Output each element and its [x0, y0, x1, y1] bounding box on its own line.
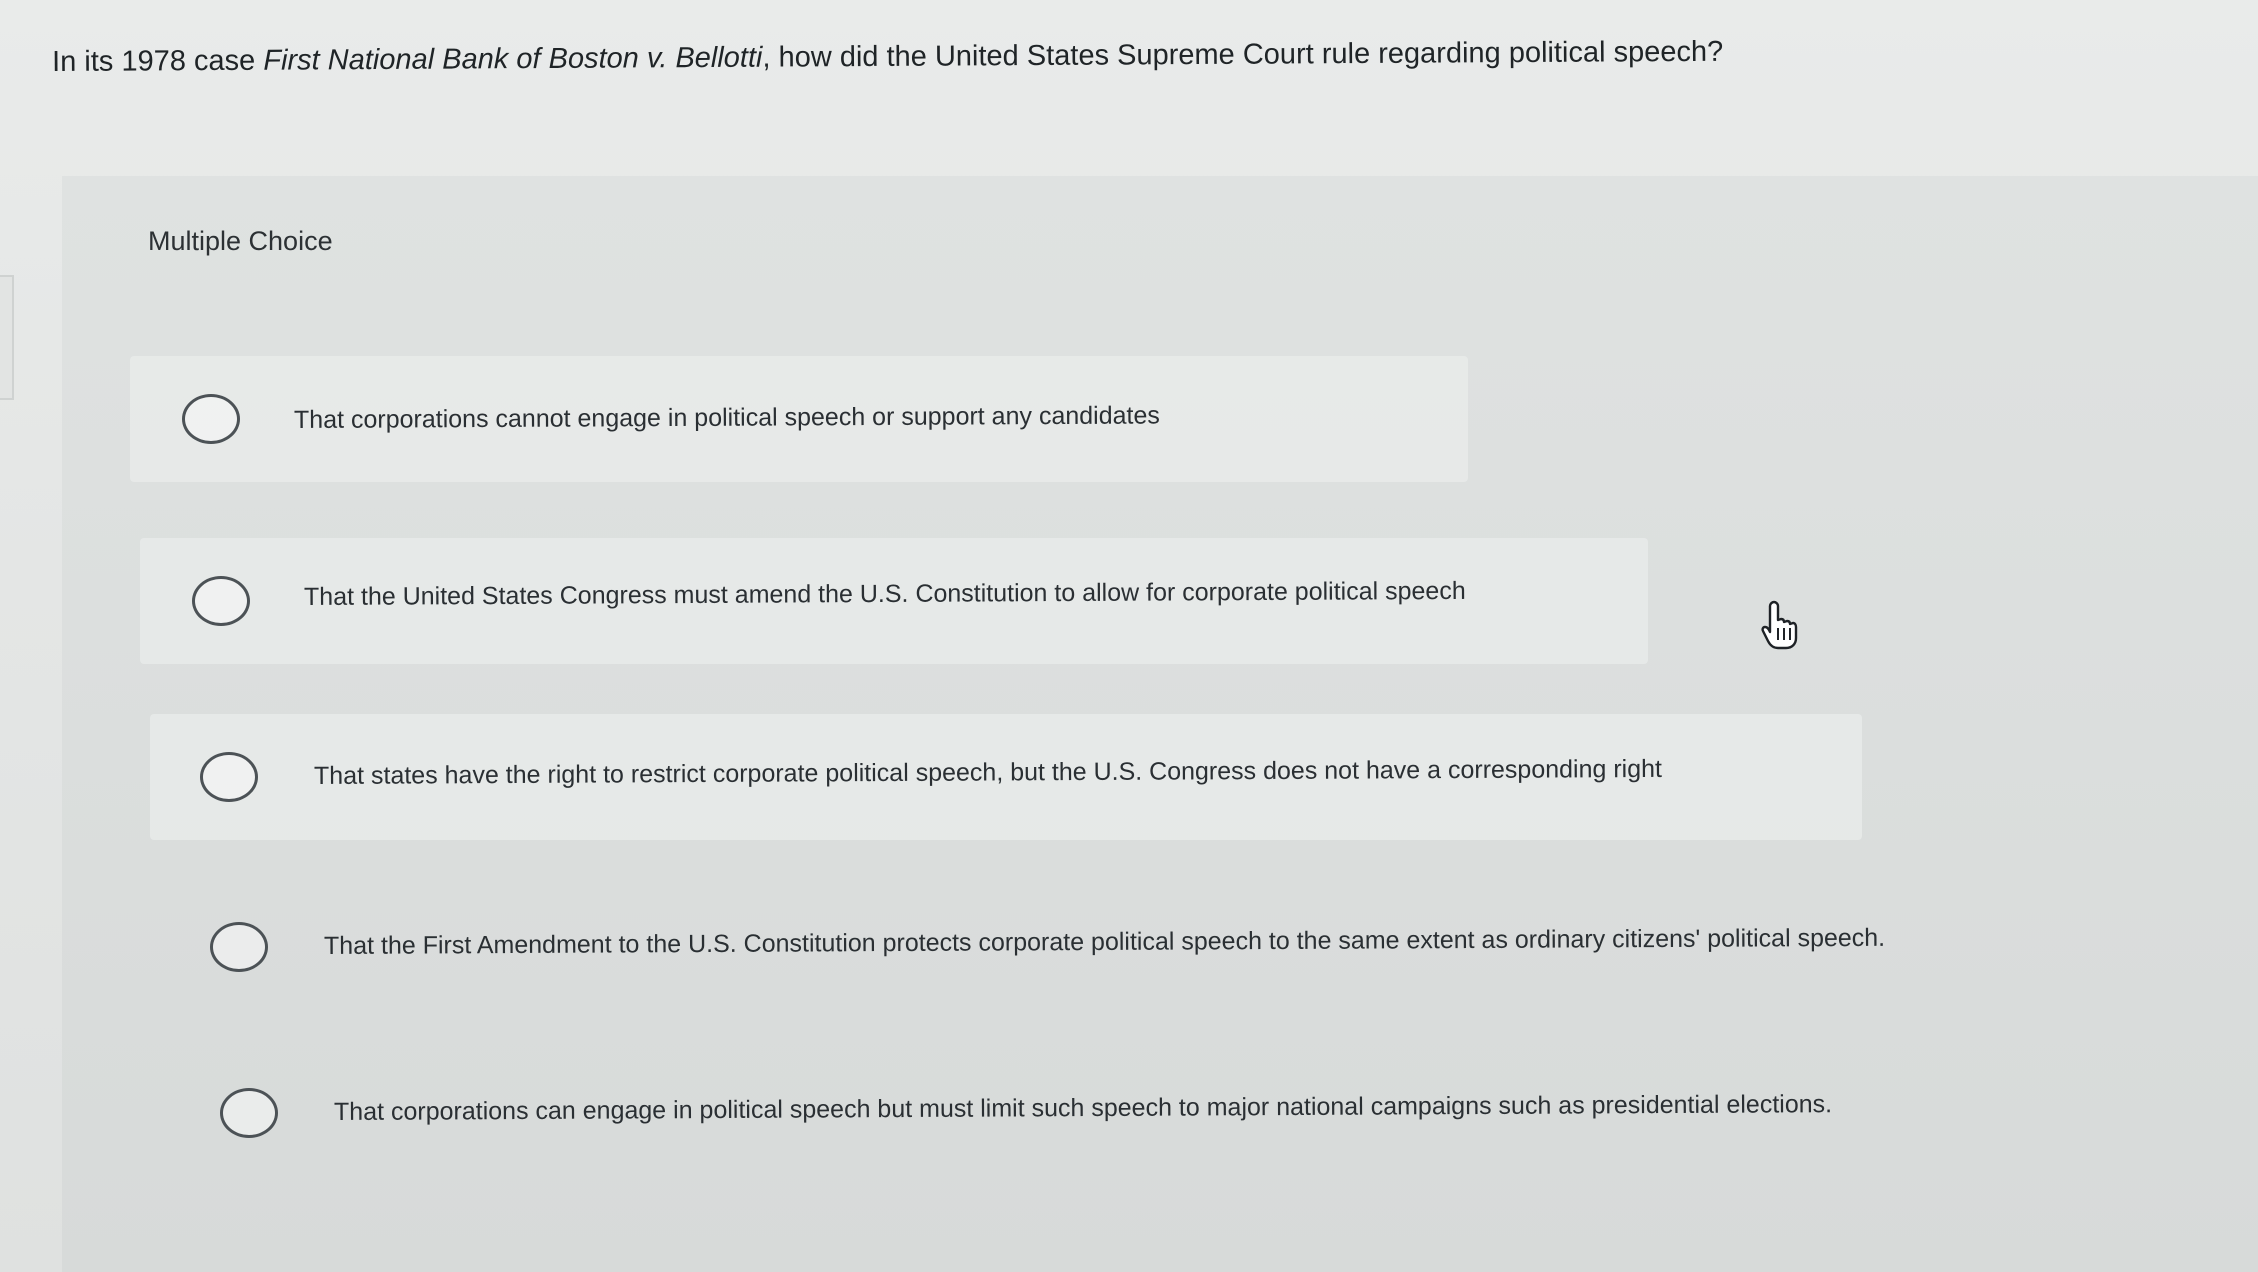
option-3[interactable]: That states have the right to restrict c…	[150, 714, 1862, 840]
question-prefix: In its 1978 case	[52, 44, 264, 78]
question-suffix: , how did the United States Supreme Cour…	[762, 35, 1724, 74]
option-2[interactable]: That the United States Congress must ame…	[140, 538, 1648, 664]
option-1[interactable]: That corporations cannot engage in polit…	[130, 356, 1468, 482]
radio-button-1[interactable]	[182, 394, 240, 444]
option-4[interactable]: That the First Amendment to the U.S. Con…	[160, 884, 2120, 1010]
option-2-text: That the United States Congress must ame…	[303, 576, 1466, 611]
option-5[interactable]: That corporations can engage in politica…	[170, 1050, 2050, 1176]
multiple-choice-panel: Multiple Choice That corporations cannot…	[62, 176, 2258, 1272]
option-4-text: That the First Amendment to the U.S. Con…	[323, 923, 1886, 960]
radio-button-5[interactable]	[220, 1088, 278, 1138]
option-1-text: That corporations cannot engage in polit…	[293, 401, 1160, 434]
question-case-name: First National Bank of Boston v. Bellott…	[263, 41, 763, 77]
radio-button-4[interactable]	[210, 922, 268, 972]
radio-button-3[interactable]	[200, 752, 258, 802]
page-edge	[0, 275, 14, 400]
question-text: In its 1978 case First National Bank of …	[52, 30, 2052, 82]
hand-pointer-icon	[1761, 600, 1798, 650]
question-type-label: Multiple Choice	[148, 226, 333, 256]
option-3-text: That states have the right to restrict c…	[313, 754, 1663, 790]
radio-button-2[interactable]	[192, 576, 250, 626]
option-5-text: That corporations can engage in politica…	[333, 1090, 1833, 1126]
